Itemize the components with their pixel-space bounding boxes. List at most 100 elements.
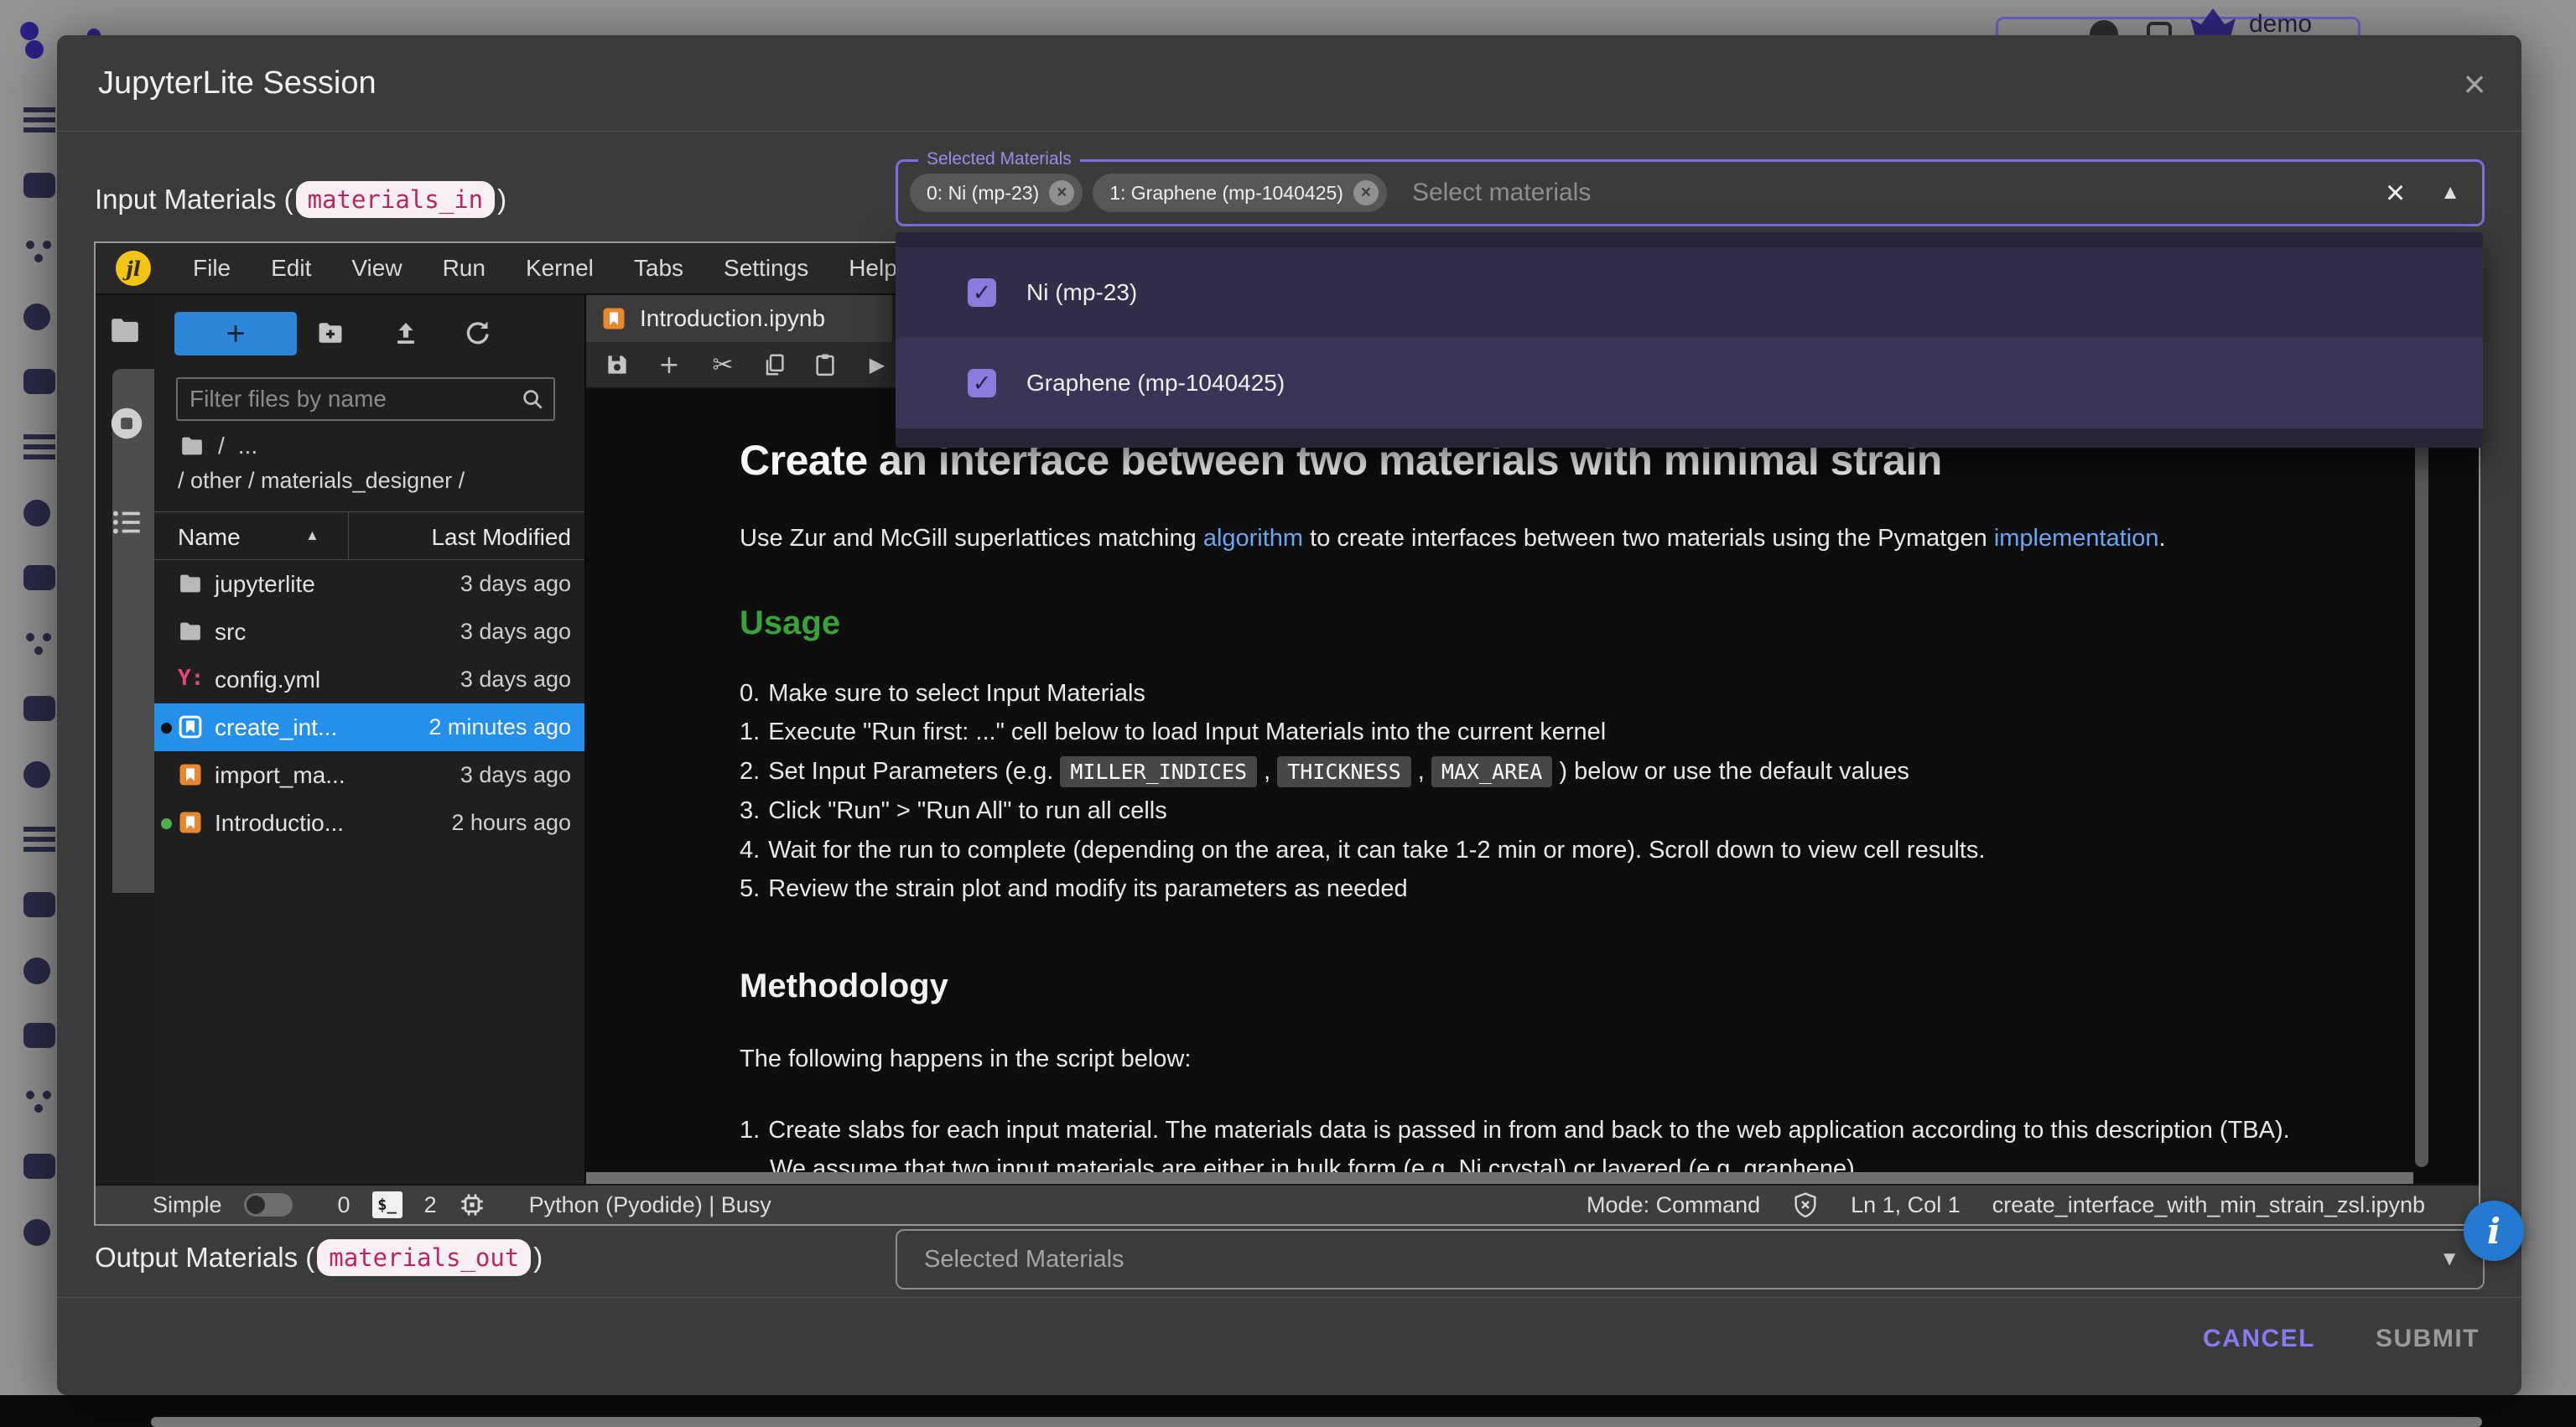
clear-icon[interactable]: × <box>2386 174 2405 212</box>
new-launcher-button[interactable]: + <box>174 312 297 355</box>
app-bottom-scrollbar[interactable] <box>151 1417 2482 1427</box>
file-row[interactable]: src3 days ago <box>154 608 584 656</box>
file-row[interactable]: Y:config.yml3 days ago <box>154 656 584 703</box>
add-cell-icon[interactable]: + <box>655 350 683 380</box>
terminal-icon[interactable]: $_ <box>372 1191 402 1218</box>
menu-kernel[interactable]: Kernel <box>506 255 614 282</box>
file-modified: 3 days ago <box>460 667 571 693</box>
material-chip-label: 0: Ni (mp-23) <box>927 182 1039 205</box>
refresh-icon[interactable] <box>463 319 491 347</box>
text-link[interactable]: algorithm <box>1203 525 1303 552</box>
output-materials-label-text: Output Materials ( <box>95 1242 314 1274</box>
running-kernels-icon[interactable] <box>107 404 146 443</box>
file-browser-icon[interactable] <box>108 314 142 347</box>
menu-view[interactable]: View <box>331 255 422 282</box>
jupyter-menu: FileEditViewRunKernelTabsSettingsHelp <box>173 255 917 282</box>
upload-icon[interactable] <box>392 319 420 347</box>
chevron-up-icon[interactable]: ▲ <box>2440 181 2460 205</box>
select-placeholder[interactable]: Select materials <box>1412 179 1591 207</box>
app-sidebar-icon[interactable] <box>23 1154 55 1179</box>
filter-files-input[interactable] <box>178 379 553 419</box>
menu-file[interactable]: File <box>173 255 251 282</box>
sort-asc-icon[interactable]: ▲ <box>305 527 319 544</box>
cut-icon[interactable]: ✂ <box>709 350 737 380</box>
usage-item-number: 3. <box>740 797 760 824</box>
tab-title: Introduction.ipynb <box>640 305 825 332</box>
app-sidebar-icon[interactable] <box>23 892 55 917</box>
file-list-header: Name ▲ Last Modified <box>154 511 584 560</box>
dropdown-option[interactable]: ✓Graphene (mp-1040425) <box>896 338 2483 428</box>
cursor-position[interactable]: Ln 1, Col 1 <box>1851 1192 1961 1218</box>
save-icon[interactable] <box>605 352 630 377</box>
kernel-status[interactable]: Python (Pyodide) | Busy <box>529 1192 771 1218</box>
trust-shield-icon[interactable] <box>1792 1191 1819 1218</box>
column-last-modified[interactable]: Last Modified <box>431 524 571 551</box>
chip-remove-icon[interactable]: × <box>1353 180 1379 205</box>
home-folder-icon[interactable] <box>179 433 205 459</box>
output-materials-select[interactable]: Selected Materials ▼ <box>896 1229 2485 1289</box>
app-sidebar-icon[interactable] <box>23 1219 50 1246</box>
paste-icon[interactable] <box>813 352 838 377</box>
breadcrumb-root[interactable]: / <box>218 433 225 459</box>
file-row[interactable]: create_int...2 minutes ago <box>154 703 584 751</box>
run-icon[interactable]: ▶ <box>863 353 891 376</box>
file-row[interactable]: jupyterlite3 days ago <box>154 560 584 608</box>
app-sidebar-icon[interactable] <box>23 565 55 590</box>
user-label[interactable]: demo <box>2249 10 2312 39</box>
submit-button[interactable]: SUBMIT <box>2376 1325 2480 1353</box>
horizontal-scrollbar[interactable] <box>586 1172 2413 1184</box>
app-sidebar-icon[interactable] <box>23 761 50 788</box>
menu-tabs[interactable]: Tabs <box>614 255 704 282</box>
methodology-heading: Methodology <box>740 968 2403 1005</box>
menu-run[interactable]: Run <box>423 255 506 282</box>
app-sidebar-icon[interactable] <box>23 107 55 132</box>
chips-container: 0: Ni (mp-23)×1: Graphene (mp-1040425)× <box>910 174 1397 212</box>
file-browser: + / ... / other / materials_designer / <box>154 295 586 1184</box>
close-icon[interactable]: × <box>2453 62 2496 106</box>
app-sidebar-icon[interactable] <box>23 1023 55 1048</box>
text-link[interactable]: implementation <box>1994 525 2159 552</box>
checkbox-checked-icon[interactable]: ✓ <box>968 278 996 307</box>
inline-code: THICKNESS <box>1277 756 1410 787</box>
material-chip[interactable]: 0: Ni (mp-23) × <box>910 174 1083 212</box>
app-sidebar-icon[interactable] <box>23 1088 55 1113</box>
chip-remove-icon[interactable]: × <box>1049 180 1074 205</box>
methodology-intro: The following happens in the script belo… <box>740 1042 2403 1077</box>
vertical-scrollbar[interactable] <box>2415 394 2428 1167</box>
menu-settings[interactable]: Settings <box>704 255 828 282</box>
app-sidebar-icon[interactable] <box>23 957 50 984</box>
app-sidebar-icon[interactable] <box>23 434 55 459</box>
tab-introduction-ipynb[interactable]: Introduction.ipynb <box>586 295 892 342</box>
material-chip[interactable]: 1: Graphene (mp-1040425)× <box>1093 174 1387 212</box>
app-sidebar-icon[interactable] <box>23 304 50 330</box>
new-folder-icon[interactable] <box>316 319 345 347</box>
copy-icon[interactable] <box>762 352 787 377</box>
app-sidebar-icon[interactable] <box>23 827 55 852</box>
table-of-contents-icon[interactable] <box>109 505 144 540</box>
activity-bar <box>96 295 154 1184</box>
app-sidebar-icon[interactable] <box>23 173 55 198</box>
breadcrumb-ellipsis[interactable]: ... <box>238 433 257 459</box>
checkbox-checked-icon[interactable]: ✓ <box>968 369 996 397</box>
kernel-chip-icon[interactable] <box>459 1191 486 1218</box>
file-name: config.yml <box>215 667 320 693</box>
app-sidebar-icon[interactable] <box>23 238 55 263</box>
selected-materials-select[interactable]: Selected Materials 0: Ni (mp-23)×1: Grap… <box>896 159 2485 226</box>
file-row[interactable]: Introductio...2 hours ago <box>154 799 584 847</box>
usage-item: 4.Wait for the run to complete (dependin… <box>740 831 2403 870</box>
column-name[interactable]: Name <box>178 524 241 551</box>
app-sidebar-icon[interactable] <box>23 696 55 721</box>
file-row[interactable]: import_ma...3 days ago <box>154 751 584 799</box>
app-sidebar-icon[interactable] <box>23 630 55 656</box>
menu-edit[interactable]: Edit <box>251 255 331 282</box>
dropdown-option[interactable]: ✓Ni (mp-23) <box>896 247 2483 338</box>
cancel-button[interactable]: CANCEL <box>2203 1325 2315 1353</box>
chevron-down-icon[interactable]: ▼ <box>2439 1248 2459 1271</box>
app-sidebar-icon[interactable] <box>23 369 55 394</box>
select-controls: × ▲ <box>2386 162 2460 224</box>
breadcrumb-path[interactable]: / other / materials_designer / <box>178 468 465 494</box>
simple-mode-toggle[interactable] <box>244 1193 293 1217</box>
text-run: Execute "Run first: ..." cell below to l… <box>768 719 1606 745</box>
info-button[interactable]: i <box>2464 1201 2524 1261</box>
app-sidebar-icon[interactable] <box>23 500 50 527</box>
